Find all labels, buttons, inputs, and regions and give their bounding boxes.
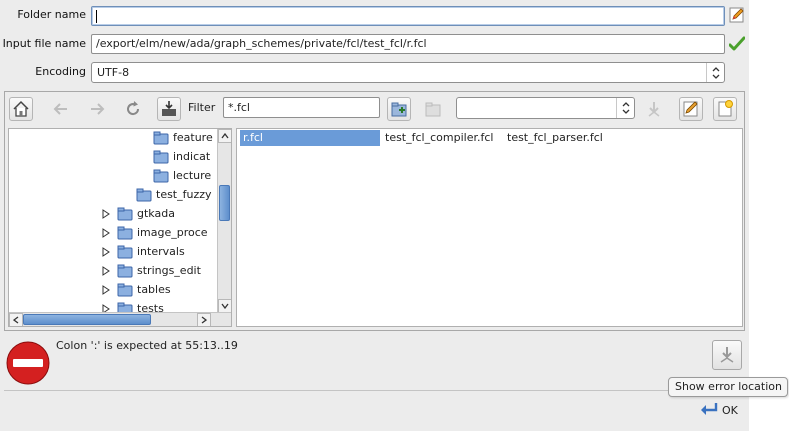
file-item[interactable]: r.fcl xyxy=(240,130,380,146)
file-item[interactable]: test_fcl_parser.fcl xyxy=(504,130,603,146)
scroll-thumb[interactable] xyxy=(219,185,230,221)
tree-node-label: tables xyxy=(137,283,171,296)
folder-icon xyxy=(153,131,169,145)
tree-node[interactable]: indicat xyxy=(153,147,210,166)
edit-pencil-icon[interactable] xyxy=(729,7,745,23)
goto-location-icon xyxy=(720,347,734,363)
tree-node-label: intervals xyxy=(137,245,185,258)
tree-node[interactable]: feature xyxy=(153,129,213,147)
scroll-up-icon[interactable] xyxy=(218,129,231,143)
tree-node[interactable]: image_proce xyxy=(100,223,208,242)
tooltip: Show error location xyxy=(668,377,788,397)
updown-arrow-icon xyxy=(616,98,634,118)
file-browser: Filter *.fcl feature indicat lecture tes… xyxy=(4,91,745,331)
show-error-location-button[interactable] xyxy=(712,340,742,370)
expand-triangle-icon[interactable] xyxy=(100,265,112,276)
filter-label: Filter xyxy=(188,101,216,114)
back-arrow-icon[interactable] xyxy=(49,97,73,121)
folder-name-input[interactable] xyxy=(91,6,725,26)
go-to-folder-icon[interactable] xyxy=(157,97,181,121)
tree-node[interactable]: tables xyxy=(100,280,171,299)
tree-node-label: feature xyxy=(173,131,213,144)
folder-icon xyxy=(153,150,169,164)
goto-location-icon[interactable] xyxy=(642,97,666,121)
folder-icon xyxy=(117,283,133,297)
folder-icon xyxy=(117,245,133,259)
folder-icon xyxy=(117,264,133,278)
delete-folder-icon[interactable] xyxy=(421,97,445,121)
encoding-value: UTF-8 xyxy=(97,66,130,79)
input-file-field[interactable]: /export/elm/new/ada/graph_schemes/privat… xyxy=(91,34,725,54)
folder-icon xyxy=(136,188,152,202)
file-item[interactable]: test_fcl_compiler.fcl xyxy=(382,130,493,146)
forward-arrow-icon[interactable] xyxy=(85,97,109,121)
folder-name-label: Folder name xyxy=(17,8,86,21)
tree-node[interactable]: gtkada xyxy=(100,204,175,223)
encoding-select[interactable]: UTF-8 xyxy=(91,62,725,83)
scroll-right-icon[interactable] xyxy=(197,313,211,326)
expand-triangle-icon[interactable] xyxy=(100,208,112,219)
tree-node-label: lecture xyxy=(173,169,212,182)
tree-node-label: indicat xyxy=(173,150,211,163)
tree-node-label: strings_edit xyxy=(137,264,201,277)
return-arrow-icon xyxy=(701,403,718,415)
tree-vertical-scrollbar[interactable] xyxy=(217,129,231,313)
scroll-thumb[interactable] xyxy=(23,314,151,325)
error-message: Colon ':' is expected at 55:13..19 xyxy=(56,339,238,352)
tree-node[interactable]: test_fuzzy xyxy=(136,185,212,204)
tree-node[interactable]: intervals xyxy=(100,242,185,261)
tree-node-label: test_fuzzy xyxy=(156,188,212,201)
expand-triangle-icon[interactable] xyxy=(100,227,112,238)
refresh-icon[interactable] xyxy=(121,97,145,121)
home-icon[interactable] xyxy=(9,97,33,121)
browser-toolbar: Filter *.fcl xyxy=(5,92,744,124)
filter-input[interactable]: *.fcl xyxy=(223,97,380,118)
check-icon xyxy=(728,36,746,52)
location-select[interactable] xyxy=(456,97,635,119)
tree-node-label: gtkada xyxy=(137,207,175,220)
edit-file-icon[interactable] xyxy=(679,97,703,121)
new-file-icon[interactable] xyxy=(713,97,737,121)
folder-icon xyxy=(117,226,133,240)
message-area: Colon ':' is expected at 55:13..19 xyxy=(4,334,745,390)
input-file-label: Input file name xyxy=(2,37,86,50)
expand-triangle-icon[interactable] xyxy=(100,246,112,257)
tree-node-label: image_proce xyxy=(137,226,208,239)
dialog: Folder name Input file name /export/elm/… xyxy=(0,0,749,431)
encoding-label: Encoding xyxy=(35,65,86,78)
tree-horizontal-scrollbar[interactable] xyxy=(9,312,231,326)
divider xyxy=(4,390,745,391)
expand-triangle-icon[interactable] xyxy=(100,284,112,295)
folder-icon xyxy=(153,169,169,183)
ok-label: OK xyxy=(722,403,738,417)
new-folder-icon[interactable] xyxy=(387,97,411,121)
scroll-down-icon[interactable] xyxy=(218,299,231,313)
ok-button[interactable]: OK xyxy=(699,399,738,421)
folder-icon xyxy=(117,207,133,221)
tree-node[interactable]: lecture xyxy=(153,166,211,185)
tree-node[interactable]: strings_edit xyxy=(100,261,201,280)
updown-arrow-icon xyxy=(706,63,724,82)
file-list[interactable]: r.fcl test_fcl_compiler.fcl test_fcl_par… xyxy=(236,128,743,327)
error-stop-icon xyxy=(6,341,50,388)
directory-tree[interactable]: feature indicat lecture test_fuzzy gtkad… xyxy=(8,128,232,327)
scroll-left-icon[interactable] xyxy=(9,313,23,326)
